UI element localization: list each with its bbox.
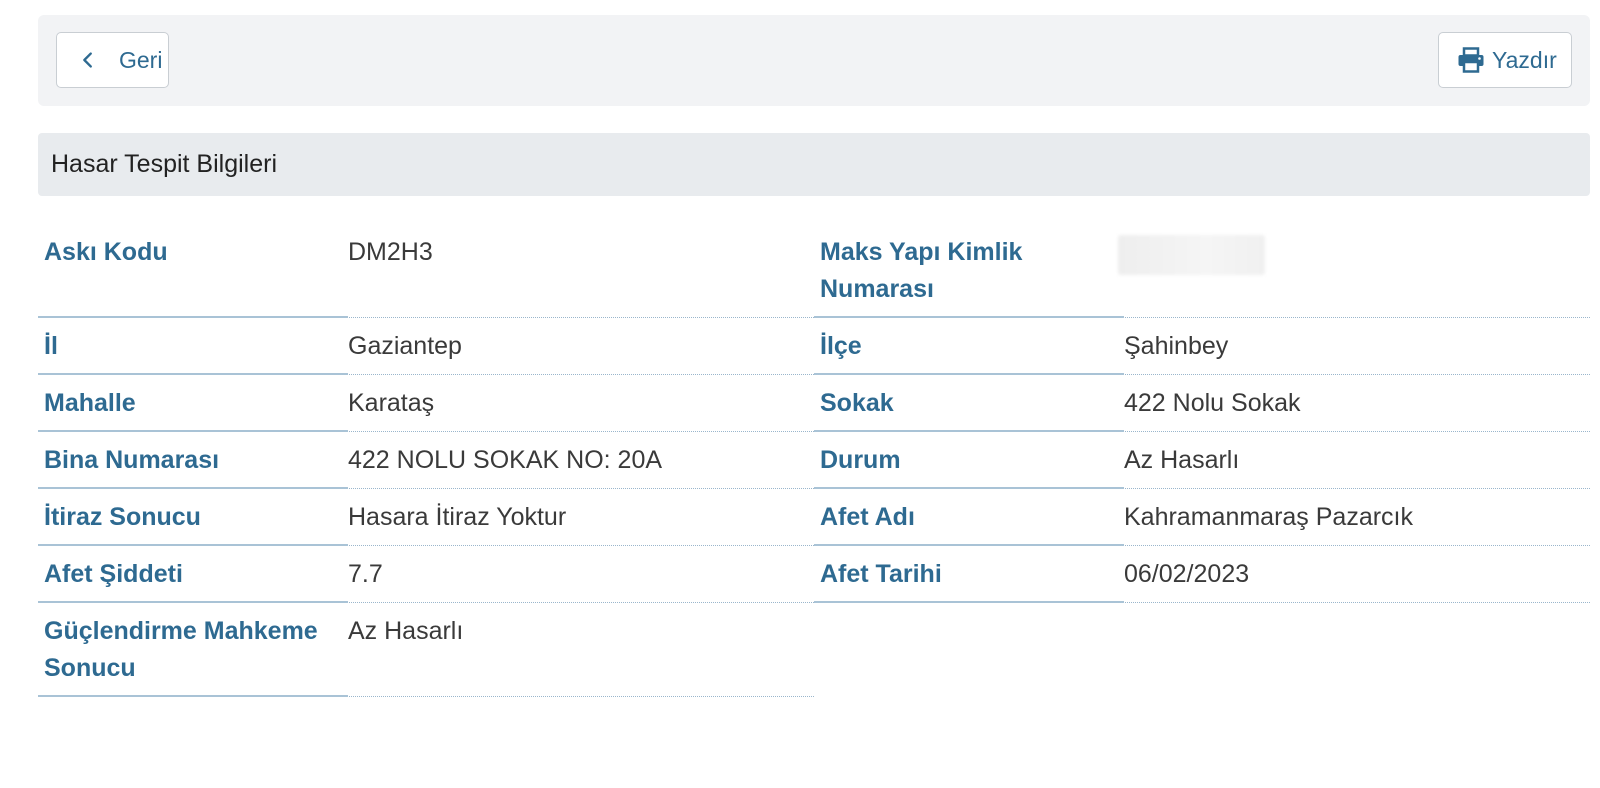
field-label: Askı Kodu [38,234,348,318]
field-label: Durum [814,442,1124,489]
field-afet-tarihi: Afet Tarihi 06/02/2023 [814,546,1590,603]
empty-cell [814,603,1590,697]
field-afet-adi: Afet Adı Kahramanmaraş Pazarcık [814,489,1590,546]
field-ilce: İlçe Şahinbey [814,318,1590,375]
details-row: Güçlendirme Mahkeme Sonucu Az Hasarlı [38,603,1590,697]
field-label: Mahalle [38,385,348,432]
field-value: 06/02/2023 [1124,560,1250,588]
field-itiraz-sonucu: İtiraz Sonucu Hasara İtiraz Yoktur [38,489,814,546]
details-grid: Askı Kodu DM2H3 Maks Yapı Kimlik Numaras… [38,224,1590,697]
details-row: Bina Numarası 422 NOLU SOKAK NO: 20A Dur… [38,432,1590,489]
details-row: Askı Kodu DM2H3 Maks Yapı Kimlik Numaras… [38,224,1590,318]
back-button-label: Geri [119,46,163,73]
field-label: Afet Şiddeti [38,556,348,603]
field-bina-numarasi: Bina Numarası 422 NOLU SOKAK NO: 20A [38,432,814,489]
field-label: Afet Adı [814,499,1124,546]
field-durum: Durum Az Hasarlı [814,432,1590,489]
field-label: Sokak [814,385,1124,432]
redacted-value [1118,235,1265,275]
field-value: Az Hasarlı [348,617,464,645]
field-label: İtiraz Sonucu [38,499,348,546]
printer-icon [1458,47,1484,73]
field-value: Şahinbey [1124,332,1229,360]
field-guclendirme: Güçlendirme Mahkeme Sonucu Az Hasarlı [38,603,814,697]
field-afet-siddeti: Afet Şiddeti 7.7 [38,546,814,603]
field-il: İl Gaziantep [38,318,814,375]
field-value-redacted [1118,234,1590,308]
field-value: Hasara İtiraz Yoktur [348,503,567,531]
field-mahalle: Mahalle Karataş [38,375,814,432]
field-aski-kodu: Askı Kodu DM2H3 [38,224,814,318]
field-maks-yapi: Maks Yapı Kimlik Numarası [814,224,1590,318]
field-label: Güçlendirme Mahkeme Sonucu [38,613,348,697]
details-row: Mahalle Karataş Sokak 422 Nolu Sokak [38,375,1590,432]
field-value: 422 NOLU SOKAK NO: 20A [348,446,663,474]
field-label: Maks Yapı Kimlik Numarası [814,234,1124,318]
field-value: Az Hasarlı [1124,446,1240,474]
field-label: İlçe [814,328,1124,375]
field-value: DM2H3 [348,238,433,266]
field-value: Karataş [348,389,435,417]
field-label: Afet Tarihi [814,556,1124,603]
toolbar: Geri Yazdır [38,15,1590,106]
details-row: Afet Şiddeti 7.7 Afet Tarihi 06/02/2023 [38,546,1590,603]
field-label: Bina Numarası [38,442,348,489]
back-button[interactable]: Geri [56,32,169,88]
details-row: İtiraz Sonucu Hasara İtiraz Yoktur Afet … [38,489,1590,546]
section-title: Hasar Tespit Bilgileri [38,133,1590,196]
print-button[interactable]: Yazdır [1438,32,1572,88]
field-sokak: Sokak 422 Nolu Sokak [814,375,1590,432]
chevron-left-icon [83,52,92,68]
field-value: Kahramanmaraş Pazarcık [1124,503,1414,531]
details-row: İl Gaziantep İlçe Şahinbey [38,318,1590,375]
print-button-label: Yazdır [1492,46,1557,73]
field-value: 422 Nolu Sokak [1124,389,1301,417]
field-value: Gaziantep [348,332,462,360]
field-value: 7.7 [348,560,383,588]
field-label: İl [38,328,348,375]
